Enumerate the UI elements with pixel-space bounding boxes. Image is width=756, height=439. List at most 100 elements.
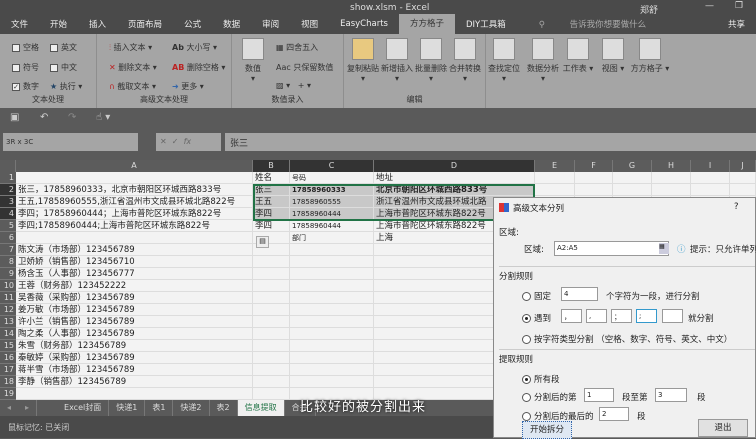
checkbox-space[interactable]: 空格 bbox=[12, 42, 39, 53]
cell-b12[interactable] bbox=[253, 304, 290, 316]
sheet-tab[interactable]: Excel封面 bbox=[57, 400, 110, 416]
delimiter-input-5[interactable] bbox=[662, 309, 683, 323]
cell-c17[interactable] bbox=[290, 364, 374, 376]
name-box[interactable]: 3R x 3C bbox=[3, 133, 138, 151]
cell-c7[interactable] bbox=[290, 244, 374, 256]
cell-a6[interactable] bbox=[16, 232, 253, 244]
plus-button[interactable]: ▨ ▾ + ▾ bbox=[276, 81, 311, 90]
cell-a10[interactable]: 王蓉（财务部）123452222 bbox=[16, 280, 253, 292]
radio-char-type[interactable]: 按字符类型分割 （空格、数字、符号、英文、中文） bbox=[522, 333, 732, 345]
row-header[interactable]: 3 bbox=[0, 196, 16, 208]
keep-number-button[interactable]: Aac 只保留数值 bbox=[276, 62, 333, 73]
tab-review[interactable]: 审阅 bbox=[251, 18, 290, 30]
restore-button[interactable]: ❐ bbox=[735, 1, 743, 11]
cell-b8[interactable] bbox=[253, 256, 290, 268]
cell-b1[interactable]: 姓名 bbox=[253, 172, 290, 184]
merge-convert-button[interactable]: 合并转换 ▾ bbox=[448, 38, 482, 83]
cell-c11[interactable] bbox=[290, 292, 374, 304]
delimiter-input-3[interactable]: ； bbox=[611, 309, 632, 323]
delete-text-button[interactable]: ✕ 删除文本 ▾ bbox=[109, 62, 157, 73]
sheet-tab-active[interactable]: 信息提取 bbox=[237, 400, 285, 416]
radio-meet[interactable]: 遇到 bbox=[522, 312, 551, 324]
radio-fixed[interactable]: 固定 bbox=[522, 290, 551, 302]
fixed-length-input[interactable]: 4 bbox=[561, 287, 598, 301]
cell-a13[interactable]: 许小兰（销售部）123456789 bbox=[16, 316, 253, 328]
cell-a11[interactable]: 吴香薇（采购部）123456789 bbox=[16, 292, 253, 304]
cell-b4[interactable]: 李四 bbox=[253, 208, 290, 220]
batch-delete-button[interactable]: 批量删除 ▾ bbox=[414, 38, 448, 83]
cell-a12[interactable]: 姜万敏（市场部）123456789 bbox=[16, 304, 253, 316]
column-header-g[interactable]: G bbox=[613, 160, 652, 172]
data-analysis-button[interactable]: 数据分析 ▾ bbox=[525, 38, 561, 83]
cell-c8[interactable] bbox=[290, 256, 374, 268]
row-header[interactable]: 15 bbox=[0, 340, 16, 352]
tab-formulas[interactable]: 公式 bbox=[173, 18, 212, 30]
cell-a9[interactable]: 杨含玉（人事部）123456777 bbox=[16, 268, 253, 280]
cell-a3[interactable]: 王五,17858960555,浙江省温州市文成县环城北路822号 bbox=[16, 196, 253, 208]
sheet-tab[interactable]: 表2 bbox=[210, 400, 238, 416]
execute-button[interactable]: ★ 执行 ▾ bbox=[50, 81, 82, 92]
row-header[interactable]: 12 bbox=[0, 304, 16, 316]
cell-c9[interactable] bbox=[290, 268, 374, 280]
cell-b10[interactable] bbox=[253, 280, 290, 292]
confirm-icon[interactable]: ✓ bbox=[172, 137, 179, 146]
extract-text-button[interactable]: ∩ 截取文本 ▾ bbox=[109, 81, 156, 92]
row-header[interactable]: 10 bbox=[0, 280, 16, 292]
row-header[interactable]: 6 bbox=[0, 232, 16, 244]
cell-j1[interactable] bbox=[730, 172, 756, 184]
cell-c3[interactable]: 17858960555 bbox=[290, 196, 374, 208]
cell-g1[interactable] bbox=[613, 172, 652, 184]
scroll-right-icon[interactable]: ▸ bbox=[18, 400, 38, 416]
formula-input[interactable]: 张三 bbox=[225, 133, 756, 151]
minimize-button[interactable]: — bbox=[705, 1, 714, 11]
help-button[interactable]: ? bbox=[734, 202, 739, 212]
cell-b5[interactable]: 李四 bbox=[253, 220, 290, 232]
column-header-j[interactable]: J bbox=[730, 160, 756, 172]
column-header-e[interactable]: E bbox=[535, 160, 575, 172]
cell-c6[interactable]: 部门 bbox=[290, 232, 374, 244]
tab-insert[interactable]: 插入 bbox=[78, 18, 117, 30]
select-all[interactable] bbox=[0, 160, 16, 172]
delete-space-button[interactable]: AB 删除空格 ▾ bbox=[172, 62, 225, 73]
copy-paste-button[interactable]: 复制粘贴 ▾ bbox=[346, 38, 380, 83]
row-header[interactable]: 19 bbox=[0, 388, 16, 400]
worksheet-button[interactable]: 工作表 ▾ bbox=[560, 38, 596, 74]
cell-a5[interactable]: 李四;17858960444;上海市普陀区环城东路822号 bbox=[16, 220, 253, 232]
column-header-h[interactable]: H bbox=[652, 160, 691, 172]
fx-icon[interactable]: fx bbox=[184, 137, 192, 146]
cell-c14[interactable] bbox=[290, 328, 374, 340]
range-picker-icon[interactable]: ▦ bbox=[659, 243, 669, 254]
column-header-i[interactable]: I bbox=[691, 160, 730, 172]
cell-b9[interactable] bbox=[253, 268, 290, 280]
insert-text-button[interactable]: ⫶ 插入文本 ▾ bbox=[109, 42, 152, 53]
cell-a18[interactable]: 李静（销售部）123456789 bbox=[16, 376, 253, 388]
cell-c18[interactable] bbox=[290, 376, 374, 388]
delimiter-input-2[interactable]: , bbox=[586, 309, 607, 323]
cell-a2[interactable]: 张三，17858960333，北京市朝阳区环城西路833号 bbox=[16, 184, 253, 196]
range-to-input[interactable]: 3 bbox=[655, 388, 687, 402]
start-split-button[interactable]: 开始拆分 bbox=[522, 421, 572, 439]
row-header[interactable]: 14 bbox=[0, 328, 16, 340]
tab-data[interactable]: 数据 bbox=[212, 18, 251, 30]
exit-button[interactable]: 退出 bbox=[698, 419, 748, 437]
row-header[interactable]: 9 bbox=[0, 268, 16, 280]
tab-view[interactable]: 视图 bbox=[290, 18, 329, 30]
cell-a4[interactable]: 李四；17858960444；上海市普陀区环城东路822号 bbox=[16, 208, 253, 220]
cell-b13[interactable] bbox=[253, 316, 290, 328]
cell-a17[interactable]: 蒋半雪（市场部）123456789 bbox=[16, 364, 253, 376]
row-header[interactable]: 5 bbox=[0, 220, 16, 232]
cell-c4[interactable]: 17858960444 bbox=[290, 208, 374, 220]
radio-segment-range[interactable]: 分割后的第 bbox=[522, 391, 577, 403]
row-header[interactable]: 7 bbox=[0, 244, 16, 256]
cell-b15[interactable] bbox=[253, 340, 290, 352]
column-header-d[interactable]: D bbox=[374, 160, 535, 172]
sheet-tab[interactable]: 快递1 bbox=[109, 400, 146, 416]
scroll-left-icon[interactable]: ◂ bbox=[0, 400, 18, 416]
find-locate-button[interactable]: 查找定位 ▾ bbox=[486, 38, 522, 83]
cell-c1[interactable]: 号码 bbox=[290, 172, 374, 184]
checkbox-number[interactable]: ✓ 数字 bbox=[12, 81, 39, 92]
round-button[interactable]: ▦ 四舍五入 bbox=[276, 42, 318, 53]
cancel-icon[interactable]: ✕ bbox=[160, 137, 167, 146]
tab-file[interactable]: 文件 bbox=[0, 18, 39, 30]
more-button[interactable]: ➜ 更多 ▾ bbox=[172, 81, 204, 92]
